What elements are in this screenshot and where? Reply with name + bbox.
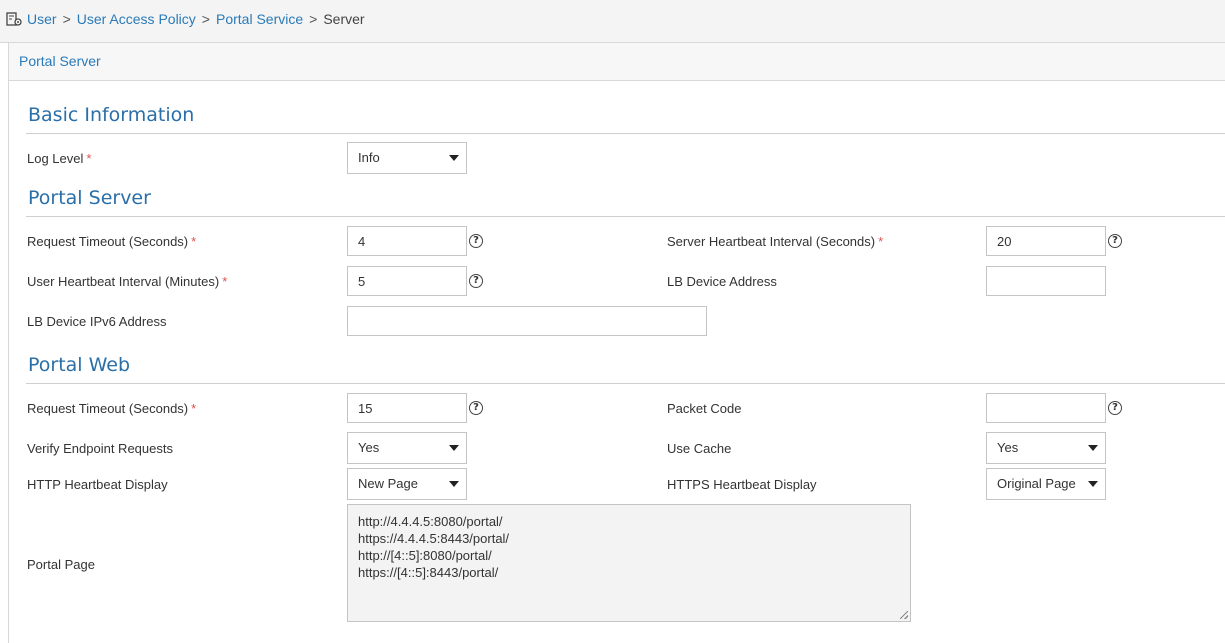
dropdown-arrow-icon [449,445,459,451]
section-divider [26,133,1225,134]
breadcrumb-separator: > [62,11,71,27]
portal-page-url: http://[4::5]:8080/portal/ [358,548,492,563]
help-icon[interactable]: ? [1108,401,1122,415]
section-title-portal-server: Portal Server [28,187,151,209]
user-heartbeat-input[interactable]: 5 [347,266,467,296]
required-marker: * [878,234,884,249]
lb-device-ipv6-input[interactable] [347,306,707,336]
dropdown-arrow-icon [1088,481,1098,487]
section-divider [26,383,1225,384]
breadcrumb-link-user[interactable]: User [27,11,57,27]
lb-device-address-label: LB Device Address [667,274,777,289]
log-level-label: Log Level * [27,151,92,166]
https-heartbeat-label: HTTPS Heartbeat Display [667,477,817,492]
ps-request-timeout-label: Request Timeout (Seconds) * [27,234,197,249]
help-icon[interactable]: ? [469,234,483,248]
verify-endpoint-label: Verify Endpoint Requests [27,441,173,456]
help-icon[interactable]: ? [1108,234,1122,248]
https-heartbeat-select[interactable]: Original Page [986,468,1106,500]
verify-endpoint-select[interactable]: Yes [347,432,467,464]
resize-grip-icon[interactable] [900,611,908,619]
dropdown-arrow-icon [1088,445,1098,451]
panel-header: Portal Server [9,43,1225,81]
lb-device-address-input[interactable] [986,266,1106,296]
pw-request-timeout-input[interactable]: 15 [347,393,467,423]
required-marker: * [191,401,197,416]
breadcrumb-link-user-access-policy[interactable]: User Access Policy [77,11,196,27]
user-heartbeat-label: User Heartbeat Interval (Minutes) * [27,274,228,289]
http-heartbeat-value: New Page [358,476,418,491]
help-icon[interactable]: ? [469,274,483,288]
required-marker: * [191,234,197,249]
user-settings-icon [6,12,22,26]
section-divider [26,216,1225,217]
section-title-basic-information: Basic Information [28,104,195,126]
lb-device-ipv6-label: LB Device IPv6 Address [27,314,167,329]
breadcrumb-current: Server [323,11,365,27]
dropdown-arrow-icon [449,481,459,487]
required-marker: * [222,274,228,289]
ps-request-timeout-input[interactable]: 4 [347,226,467,256]
section-title-portal-web: Portal Web [28,354,131,376]
use-cache-value: Yes [997,440,1019,455]
help-icon[interactable]: ? [469,401,483,415]
portal-page-url: http://4.4.4.5:8080/portal/ [358,514,503,529]
http-heartbeat-select[interactable]: New Page [347,468,467,500]
required-marker: * [86,151,92,166]
portal-page-url: https://4.4.4.5:8443/portal/ [358,531,510,546]
portal-page-url: https://[4::5]:8443/portal/ [358,565,499,580]
use-cache-label: Use Cache [667,441,732,456]
server-heartbeat-label: Server Heartbeat Interval (Seconds) * [667,234,884,249]
breadcrumb-bar: User > User Access Policy > Portal Service > S… [0,0,1225,43]
http-heartbeat-label: HTTP Heartbeat Display [27,477,168,492]
breadcrumb-separator: > [201,11,210,27]
breadcrumb: User > User Access Policy > Portal Service > S… [27,11,365,27]
portal-page-textarea[interactable]: http://4.4.4.5:8080/portal/ https://4.4.… [347,504,911,622]
breadcrumb-separator: > [309,11,318,27]
https-heartbeat-value: Original Page [997,476,1076,491]
portal-page-label: Portal Page [27,557,95,572]
log-level-value: Info [358,150,380,165]
log-level-select[interactable]: Info [347,142,467,174]
verify-endpoint-value: Yes [358,440,380,455]
breadcrumb-link-portal-service[interactable]: Portal Service [216,11,303,27]
server-heartbeat-input[interactable]: 20 [986,226,1106,256]
packet-code-input[interactable] [986,393,1106,423]
pw-request-timeout-label: Request Timeout (Seconds) * [27,401,197,416]
packet-code-label: Packet Code [667,401,742,416]
use-cache-select[interactable]: Yes [986,432,1106,464]
dropdown-arrow-icon [449,155,459,161]
panel-title: Portal Server [19,53,101,69]
